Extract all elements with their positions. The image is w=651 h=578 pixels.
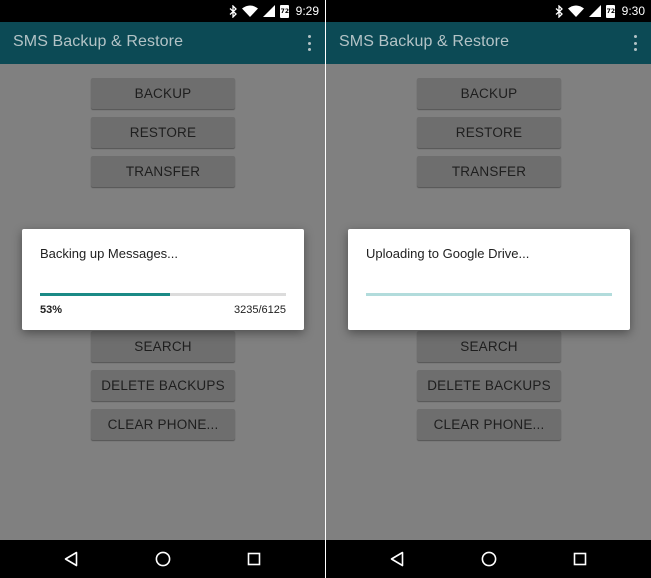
transfer-button[interactable]: TRANSFER — [417, 156, 561, 187]
progress-bar-fill — [40, 293, 171, 296]
restore-button[interactable]: RESTORE — [91, 117, 235, 148]
dialog-message: Backing up Messages... — [40, 246, 179, 261]
cell-signal-icon — [588, 5, 601, 17]
status-time: 9:30 — [621, 4, 645, 18]
back-icon — [64, 551, 78, 567]
battery-icon: 72 — [605, 4, 615, 18]
recents-icon — [573, 552, 587, 566]
home-button[interactable] — [143, 540, 183, 578]
progress-dialog: Backing up Messages... 53% 3235/6125 — [22, 229, 304, 330]
home-icon — [481, 551, 497, 567]
clear-phone-button[interactable]: CLEAR PHONE... — [91, 409, 235, 440]
progress-dialog: Uploading to Google Drive... — [348, 229, 630, 330]
navigation-bar — [0, 540, 325, 578]
cell-signal-icon — [262, 5, 275, 17]
back-icon — [390, 551, 404, 567]
transfer-button[interactable]: TRANSFER — [91, 156, 235, 187]
recents-icon — [247, 552, 261, 566]
battery-level: 72 — [606, 7, 615, 15]
delete-backups-button[interactable]: DELETE BACKUPS — [417, 370, 561, 401]
app-toolbar: SMS Backup & Restore — [326, 22, 651, 64]
wifi-icon — [241, 5, 258, 17]
recents-button[interactable] — [560, 540, 600, 578]
recents-button[interactable] — [234, 540, 274, 578]
dialog-message: Uploading to Google Drive... — [366, 246, 530, 261]
battery-level: 72 — [280, 7, 289, 15]
status-bar: 72 9:30 — [326, 0, 651, 22]
restore-button[interactable]: RESTORE — [417, 117, 561, 148]
clear-phone-button[interactable]: CLEAR PHONE... — [417, 409, 561, 440]
progress-count: 3235/6125 — [234, 304, 286, 316]
home-icon — [155, 551, 171, 567]
overflow-menu-icon[interactable] — [634, 35, 638, 51]
progress-bar — [40, 293, 286, 296]
navigation-bar — [326, 540, 651, 578]
overflow-menu-icon[interactable] — [308, 35, 312, 51]
search-button[interactable]: SEARCH — [417, 331, 561, 362]
bluetooth-icon — [555, 4, 563, 18]
back-button[interactable] — [377, 540, 417, 578]
wifi-icon — [567, 5, 584, 17]
battery-icon: 72 — [279, 4, 289, 18]
status-time: 9:29 — [295, 4, 319, 18]
bluetooth-icon — [229, 4, 237, 18]
app-title: SMS Backup & Restore — [13, 33, 184, 50]
backup-button[interactable]: BACKUP — [91, 78, 235, 109]
phone-screen-left: 72 9:29 SMS Backup & Restore BACKUP REST… — [0, 0, 325, 578]
app-toolbar: SMS Backup & Restore — [0, 22, 325, 64]
search-button[interactable]: SEARCH — [91, 331, 235, 362]
app-title: SMS Backup & Restore — [339, 33, 510, 50]
home-button[interactable] — [469, 540, 509, 578]
delete-backups-button[interactable]: DELETE BACKUPS — [91, 370, 235, 401]
indeterminate-progress-bar — [366, 293, 612, 296]
status-bar: 72 9:29 — [0, 0, 325, 22]
progress-percent: 53% — [40, 304, 63, 316]
phone-screen-right: 72 9:30 SMS Backup & Restore BACKUP REST… — [326, 0, 651, 578]
back-button[interactable] — [51, 540, 91, 578]
backup-button[interactable]: BACKUP — [417, 78, 561, 109]
